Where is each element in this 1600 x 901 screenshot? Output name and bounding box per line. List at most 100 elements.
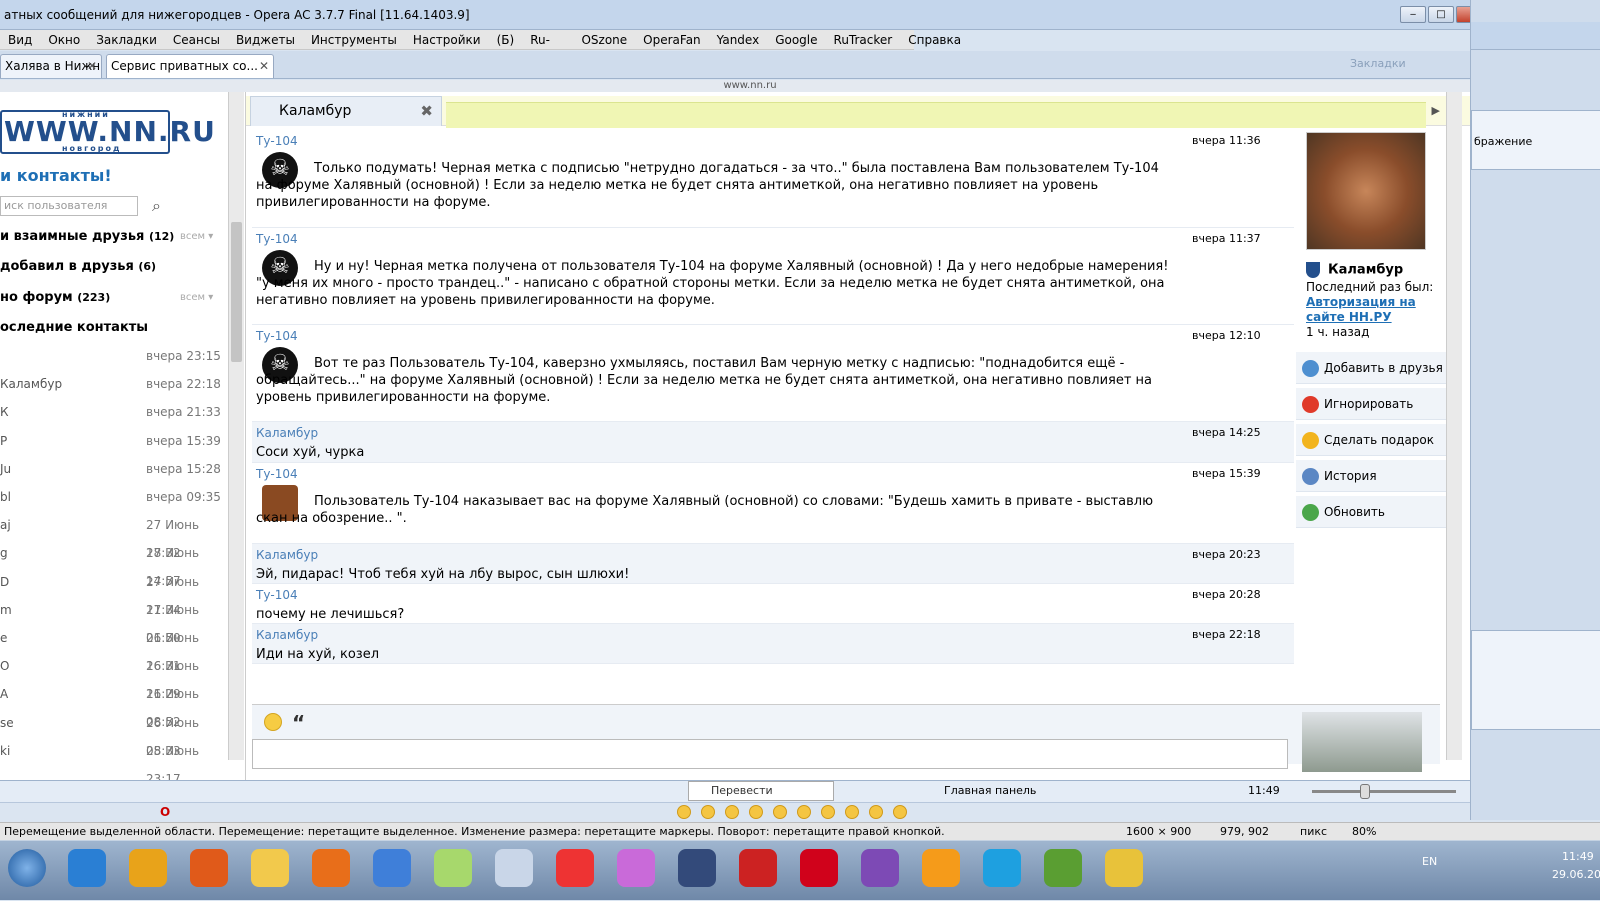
taskbar-app-icon[interactable] xyxy=(800,849,838,887)
menu-item[interactable]: Yandex xyxy=(709,30,768,49)
emoticon-icon[interactable] xyxy=(677,804,691,819)
message-author[interactable]: Ту-104 xyxy=(256,329,298,343)
contact-row[interactable]: Каламбур вчера 22:18 xyxy=(0,370,225,398)
emoticon-icon[interactable] xyxy=(701,804,715,819)
tray-date[interactable]: 29.06.2014 xyxy=(1552,868,1600,881)
gift-button[interactable]: Сделать подарок xyxy=(1296,424,1450,456)
message-author[interactable]: Ту-104 xyxy=(256,232,298,246)
menu-item[interactable]: Настройки xyxy=(405,30,489,49)
next-arrow-icon[interactable]: ▶ xyxy=(1432,104,1440,117)
contacts-scrollbar[interactable] xyxy=(228,92,244,760)
contact-row[interactable]: ki 25 Июнь 23:17 xyxy=(0,737,225,780)
contact-row[interactable]: g 27 Июнь 14:57 xyxy=(0,539,225,588)
contact-row[interactable]: Квчера 21:33 xyxy=(0,398,225,426)
taskbar-app-icon[interactable] xyxy=(495,849,533,887)
contact-row[interactable]: Рвчера 15:39 xyxy=(0,427,225,455)
contact-row[interactable]: D 27 Июнь 11:34 xyxy=(0,568,225,617)
taskbar-app-icon[interactable] xyxy=(190,849,228,887)
start-button[interactable] xyxy=(8,849,46,887)
translate-field[interactable]: Перевести выделенно xyxy=(688,781,834,815)
language-indicator[interactable]: EN xyxy=(1422,855,1437,868)
group-mutual-friends[interactable]: и взаимные друзья (12) всем ▾ xyxy=(0,229,213,244)
menu-item[interactable]: Вид xyxy=(0,30,40,49)
maximize-button[interactable]: □ xyxy=(1428,6,1454,23)
taskbar-app-icon[interactable] xyxy=(556,849,594,887)
chat-tab-kalambur[interactable]: Каламбур ✖ xyxy=(250,96,442,126)
contact-row[interactable]: se 26 Июнь 08:33 xyxy=(0,709,225,758)
taskbar-app-icon[interactable] xyxy=(617,849,655,887)
chat-tab-close-icon[interactable]: ✖ xyxy=(420,97,433,125)
taskbar-app-icon[interactable] xyxy=(1105,849,1143,887)
contact-row[interactable]: m 27 Июнь 01:50 xyxy=(0,596,225,645)
taskbar-app-icon[interactable] xyxy=(373,849,411,887)
zoom-slider[interactable] xyxy=(1312,784,1456,799)
taskbar-app-icon[interactable] xyxy=(129,849,167,887)
emoticon-icon[interactable] xyxy=(869,804,883,819)
tab-private-service[interactable]: Сервис приватных со... ✕ xyxy=(106,54,274,78)
add-friend-button[interactable]: Добавить в друзья xyxy=(1296,352,1450,384)
taskbar-app-icon[interactable] xyxy=(922,849,960,887)
contact-row[interactable]: O 26 Июнь 11:29 xyxy=(0,652,225,701)
group-recent[interactable]: оследние контакты xyxy=(0,320,148,335)
group-forum[interactable]: но форум (223) всем ▾ xyxy=(0,290,213,305)
message-author[interactable]: Каламбур xyxy=(256,628,318,642)
message-author[interactable]: Ту-104 xyxy=(256,467,298,481)
emoticon-icon[interactable] xyxy=(845,804,859,819)
message-author[interactable]: Ту-104 xyxy=(256,588,298,602)
search-icon[interactable]: ⌕ xyxy=(152,196,161,216)
emoticon-icon[interactable] xyxy=(797,804,811,819)
taskbar-app-icon[interactable] xyxy=(251,849,289,887)
menu-item[interactable]: Ru-Board xyxy=(522,30,573,67)
tab-close-icon[interactable]: ✕ xyxy=(259,55,269,77)
taskbar-app-icon[interactable] xyxy=(678,849,716,887)
tray-clock[interactable]: 11:49 xyxy=(1562,850,1594,863)
group-added-friends[interactable]: добавил в друзья (6) xyxy=(0,259,156,274)
contact-row[interactable]: Ju вчера 15:28 xyxy=(0,455,225,483)
message-author[interactable]: Каламбур xyxy=(256,548,318,562)
main-panel-select[interactable]: Главная панель xyxy=(944,781,1036,801)
taskbar-app-icon[interactable] xyxy=(68,849,106,887)
chat-scrollbar[interactable] xyxy=(1446,92,1462,760)
history-button[interactable]: История xyxy=(1296,460,1450,492)
ignore-button[interactable]: Игнорировать xyxy=(1296,388,1450,420)
taskbar-app-icon[interactable] xyxy=(312,849,350,887)
contact-row[interactable]: вчера 23:15 xyxy=(0,342,225,370)
menu-item[interactable]: Окно xyxy=(40,30,88,49)
avatar-thumbnail[interactable] xyxy=(1302,712,1422,772)
smiley-icon[interactable] xyxy=(264,713,282,731)
quote-icon[interactable]: “ xyxy=(292,711,305,735)
taskbar-app-icon[interactable] xyxy=(434,849,472,887)
menu-item[interactable]: RuTracker xyxy=(826,30,901,49)
menu-item[interactable]: OSzone xyxy=(573,30,635,49)
contact-row[interactable]: A 26 Июнь 08:52 xyxy=(0,680,225,729)
emoticon-icon[interactable] xyxy=(893,804,907,819)
site-logo[interactable]: нижний WWW.NN.RU новгород xyxy=(0,110,215,154)
emoticon-icon[interactable] xyxy=(725,804,739,819)
user-search-input[interactable]: иск пользователя xyxy=(0,196,138,216)
tab-close-icon[interactable]: ✕ xyxy=(87,55,97,77)
message-author[interactable]: Ту-104 xyxy=(256,134,298,148)
message-input[interactable] xyxy=(252,739,1288,769)
menu-item[interactable]: OperaFan xyxy=(635,30,709,49)
menu-item[interactable]: Виджеты xyxy=(228,30,303,49)
opera-icon[interactable]: O xyxy=(160,805,170,819)
taskbar-app-icon[interactable] xyxy=(739,849,777,887)
contact-row[interactable]: bl вчера 09:35 xyxy=(0,483,225,511)
scroll-thumb[interactable] xyxy=(231,222,242,362)
tab-halyava[interactable]: Халява в Нижн... ✕ xyxy=(0,54,102,78)
taskbar-app-icon[interactable] xyxy=(1044,849,1082,887)
minimize-button[interactable]: ‒ xyxy=(1400,6,1426,23)
address-bar[interactable]: www.nn.ru xyxy=(0,80,1500,92)
bookmarks-button[interactable]: Закладки xyxy=(1350,57,1406,70)
refresh-button[interactable]: Обновить xyxy=(1296,496,1450,528)
avatar[interactable] xyxy=(1306,132,1426,250)
menu-item[interactable]: Google xyxy=(767,30,825,49)
emoticon-icon[interactable] xyxy=(773,804,787,819)
contact-row[interactable]: aj 27 Июнь 18:32 xyxy=(0,511,225,560)
menu-item[interactable]: Сеансы xyxy=(165,30,228,49)
menu-item[interactable]: Закладки xyxy=(88,30,165,49)
emoticon-icon[interactable] xyxy=(749,804,763,819)
last-seen-link[interactable]: Авторизация на сайте НН.РУ xyxy=(1306,295,1416,324)
message-author[interactable]: Каламбур xyxy=(256,426,318,440)
menu-item[interactable]: Инструменты xyxy=(303,30,405,49)
